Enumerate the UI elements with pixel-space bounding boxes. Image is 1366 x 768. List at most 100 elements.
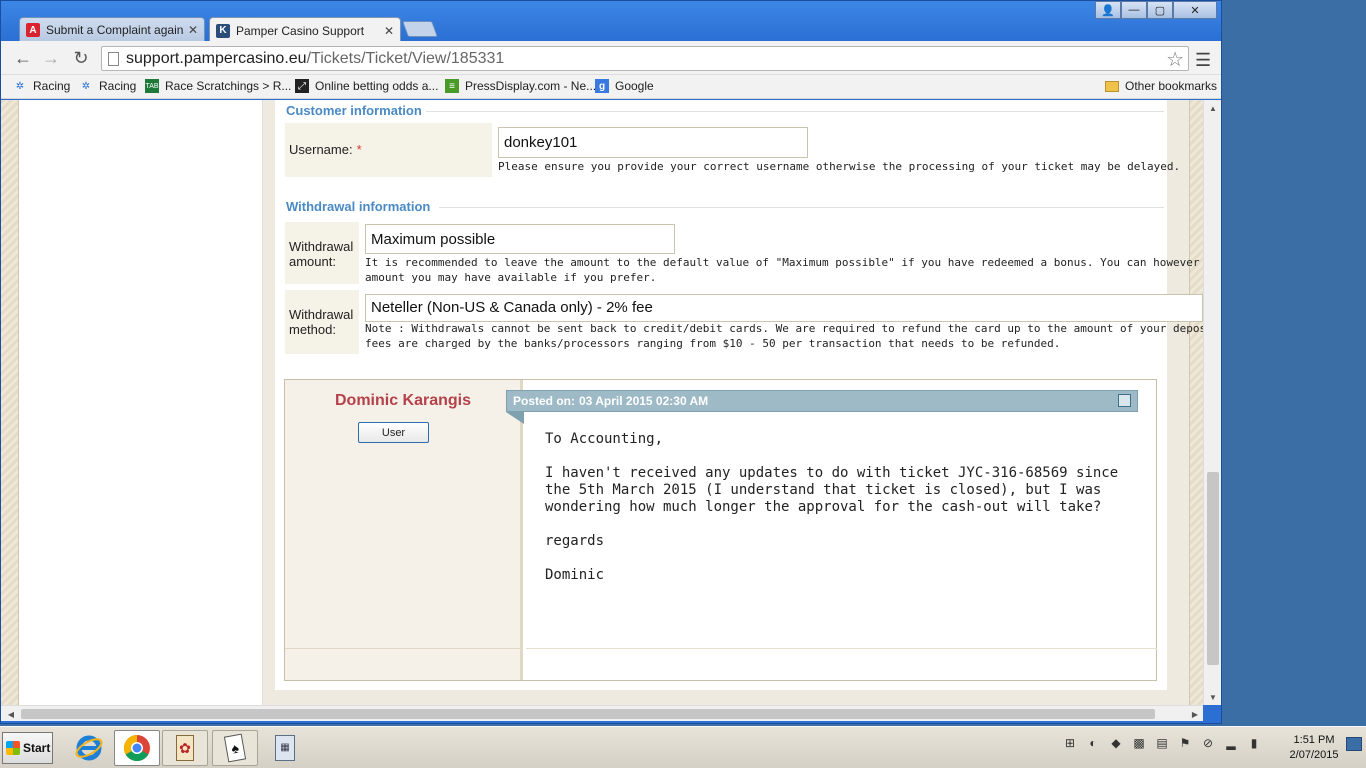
back-arrow-icon[interactable]: ← [13,48,33,68]
star-icon: ✲ [15,80,25,92]
horizontal-scrollbar[interactable]: ◀ ▶ [1,705,1203,721]
username-help-text: Please ensure you provide your correct u… [498,160,1178,173]
label-line: Withdrawal [289,239,354,254]
title-bar: A Submit a Complaint against ✕ K Pamper … [1,1,1221,43]
bookmark-racing-2[interactable]: ✲ Racing [79,79,137,93]
post-footer-divider [526,648,1157,649]
posted-on-label: Posted on: [513,394,575,408]
close-window-button[interactable]: ✕ [1173,1,1217,19]
author-name: Dominic Karangis [334,392,472,409]
show-desktop-button[interactable] [1346,737,1362,751]
taskbar-mahjong[interactable]: ✿ [162,730,208,766]
close-tab-icon[interactable]: ✕ [188,23,198,37]
ticket-post: Dominic Karangis User Posted on: 03 Apri… [284,379,1157,681]
tab-favicon-icon: K [216,23,230,38]
scroll-right-arrow-icon[interactable]: ▶ [1187,706,1203,722]
minimize-button[interactable]: — [1121,1,1147,19]
mahjong-icon: ✿ [176,735,194,761]
clock[interactable]: 1:51 PM 2/07/2015 [1284,733,1344,763]
action-center-flag-icon[interactable]: ⚑ [1177,735,1193,751]
volume-muted-icon[interactable]: ⊘ [1200,735,1216,751]
post-paragraph: I haven't received any updates to do wit… [545,465,1119,515]
post-paragraph: regards [545,533,605,549]
new-tab-button[interactable] [402,21,438,37]
tab-title: Submit a Complaint against [46,23,184,37]
post-footer-divider [285,648,521,649]
clock-time: 1:51 PM [1293,734,1335,746]
scroll-left-arrow-icon[interactable]: ◀ [3,706,19,722]
tab-favicon-icon: A [26,23,40,37]
printer-icon[interactable]: ▤ [1154,735,1170,751]
address-bar[interactable]: support.pampercasino.eu/Tickets/Ticket/V… [101,46,1189,71]
taskbar-solitaire[interactable]: ♠ [212,730,258,766]
scroll-up-arrow-icon[interactable]: ▲ [1204,100,1222,116]
left-column [20,100,263,705]
header-fold-decoration [506,412,524,424]
post-body: To Accounting, I haven't received any up… [545,431,1143,601]
window-controls: 👤 — ▢ ✕ [1095,1,1217,19]
pressdisplay-icon: ≡ [445,79,459,93]
bookmark-star-icon[interactable]: ☆ [1166,47,1184,72]
username-input[interactable]: donkey101 [498,127,808,158]
bookmark-label: Online betting odds a... [315,79,439,93]
solitaire-icon: ♠ [223,733,247,763]
clock-date: 2/07/2015 [1289,749,1339,761]
label-line: amount: [289,254,336,269]
windows-logo-icon [6,741,20,755]
bookmarks-bar: ✲ Racing ✲ Racing TAB Race Scratchings > R.… [1,75,1221,99]
tab-pamper-support[interactable]: K Pamper Casino Support ✕ [209,17,401,43]
maximize-button[interactable]: ▢ [1147,1,1173,19]
withdrawal-amount-input[interactable]: Maximum possible [365,224,675,254]
user-role-button[interactable]: User [358,422,429,443]
bookmark-google[interactable]: g Google [595,79,654,93]
method-help-line2: fees are charged by the banks/processors… [365,337,1061,350]
bookmark-racing-1[interactable]: ✲ Racing [13,79,71,93]
bookmark-pressdisplay[interactable]: ≡ PressDisplay.com - Ne... [445,79,596,93]
post-header: Posted on: 03 April 2015 02:30 AM [506,390,1138,412]
bookmark-label: Racing [33,79,71,93]
internet-explorer-icon [75,735,103,761]
tab-icon: TAB [145,79,159,93]
posted-date: 03 April 2015 02:30 AM [579,394,709,408]
bookmark-online-odds[interactable]: ⤢ Online betting odds a... [295,79,438,93]
security-icon[interactable]: ◆ [1108,735,1124,751]
username-label: Username: * [285,123,492,177]
section-divider [426,111,1164,112]
browser-window: A Submit a Complaint against ✕ K Pamper … [0,0,1222,724]
other-bookmarks[interactable]: Other bookmarks [1105,79,1217,93]
bookmark-label: Google [615,79,654,93]
battery-icon[interactable]: ▮ [1246,735,1262,751]
horizontal-scroll-thumb[interactable] [21,709,1155,719]
tab-complaint[interactable]: A Submit a Complaint against ✕ [19,17,205,42]
taskbar-chrome[interactable] [114,730,160,766]
bookmark-race-scratchings[interactable]: TAB Race Scratchings > R... [145,79,291,93]
vertical-scroll-thumb[interactable] [1207,472,1219,665]
section-divider [439,207,1164,208]
url-domain: support.pampercasino.eu [126,49,307,67]
bookmark-label: PressDisplay.com - Ne... [465,79,597,93]
amount-help-line2: amount you may have available if you pre… [365,271,657,284]
star-icon: ✲ [81,80,91,92]
signal-strength-icon[interactable]: ▂ [1223,735,1239,751]
taskbar-calculator[interactable]: ▦ [262,730,308,766]
windows-tray-icon[interactable]: ⊞ [1062,735,1078,751]
bookmark-label: Race Scratchings > R... [165,79,292,93]
start-button[interactable]: Start [2,732,53,764]
method-help-line1: Note : Withdrawals cannot be sent back t… [365,322,1203,335]
post-author-column: Dominic Karangis User [285,380,523,680]
user-profile-icon[interactable]: 👤 [1095,1,1121,19]
vertical-scrollbar[interactable]: ▲ ▼ [1203,100,1221,705]
taskbar-internet-explorer[interactable] [66,730,112,766]
forward-arrow-icon[interactable]: → [41,48,61,68]
post-paragraph: Dominic [545,567,605,583]
reload-icon[interactable]: ↻ [71,48,91,68]
menu-icon[interactable]: ☰ [1195,50,1211,71]
network-globe-icon[interactable]: ◐ [1085,735,1101,751]
right-decor-band [1189,100,1203,705]
withdrawal-amount-label: Withdrawal amount: [285,222,359,284]
close-tab-icon[interactable]: ✕ [384,24,394,38]
post-options-icon[interactable] [1118,394,1131,407]
withdrawal-method-select[interactable]: Neteller (Non-US & Canada only) - 2% fee [365,294,1203,322]
office-icon[interactable]: ▩ [1131,735,1147,751]
scroll-down-arrow-icon[interactable]: ▼ [1204,689,1222,705]
